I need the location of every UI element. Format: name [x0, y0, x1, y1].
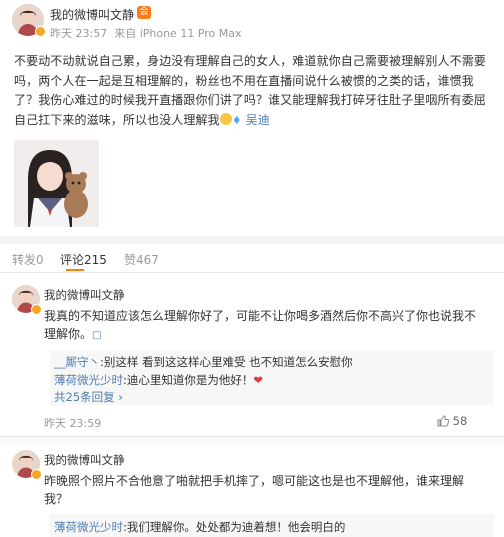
verified-badge-icon: [31, 304, 42, 315]
post-source: 来自 iPhone 11 Pro Max: [114, 27, 242, 40]
reply-author[interactable]: 薄荷微光少时: [54, 520, 123, 534]
comment-inline-mark: □: [92, 330, 102, 341]
post-meta: 昨天 23:57 来自 iPhone 11 Pro Max: [50, 25, 242, 41]
post-time: 昨天 23:57: [50, 27, 108, 40]
comment-author[interactable]: 我的微博叫文静: [44, 287, 125, 303]
heart-icon: ❤: [253, 373, 264, 387]
post-header: 我的微博叫文静 会 昨天 23:57 来自 iPhone 11 Pro Max: [0, 0, 504, 44]
diamond-icon: ♦: [231, 113, 242, 127]
comment-like-button[interactable]: 58: [437, 414, 467, 428]
comment-like-count: 58: [452, 414, 468, 428]
reply-text: :我们理解你。处处都为迪着想！他会明白的: [123, 520, 346, 534]
reply-text: :迪心里知道你是为他好！: [123, 373, 254, 387]
reply-author[interactable]: __厮守丶: [54, 355, 100, 369]
reply-box: 薄荷微光少时:我们理解你。处处都为迪着想！他会明白的: [50, 514, 494, 537]
post-image-illustration: [14, 140, 99, 227]
smile-emoji-icon: [219, 112, 232, 125]
thumb-up-icon: [437, 415, 449, 427]
post-text: 不要动不动就说自己累，身边没有理解自己的女人，难道就你自己需要被理解别人不需要吗…: [14, 52, 492, 130]
reply-author[interactable]: 薄荷微光少时: [54, 373, 123, 387]
reply-box: __厮守丶:别这样 看到这这样心里难受 也不知道怎么安慰你 薄荷微光少时:迪心里…: [50, 350, 494, 405]
mention-link[interactable]: 吴迪: [246, 113, 270, 127]
tab-repost[interactable]: 转发0: [12, 251, 44, 268]
tabs-divider: [0, 272, 504, 273]
vip-icon: 会: [137, 6, 151, 19]
section-gap: [0, 236, 504, 244]
comment-text: 我真的不知道应该怎么理解你好了，可能不让你喝多酒然后你不高兴了你也说我不理解你。…: [44, 309, 477, 341]
tab-like[interactable]: 赞467: [124, 251, 159, 268]
reply-text: :别这样 看到这这样心里难受 也不知道怎么安慰你: [100, 355, 353, 369]
tab-active-indicator: [66, 269, 84, 271]
comment-time: 昨天 23:59: [44, 417, 102, 430]
reply-item: __厮守丶:别这样 看到这这样心里难受 也不知道怎么安慰你: [54, 354, 353, 370]
verified-badge-icon: [31, 469, 42, 480]
tab-comment[interactable]: 评论215: [60, 251, 107, 268]
reply-item: 薄荷微光少时:迪心里知道你是为他好！❤: [54, 372, 263, 388]
more-replies-link[interactable]: 共25条回复 ›: [54, 389, 123, 405]
verified-badge-icon: [35, 26, 46, 37]
comment-gap: [0, 437, 504, 445]
comment-author[interactable]: 我的微博叫文静: [44, 452, 125, 468]
post-author-name[interactable]: 我的微博叫文静: [50, 6, 134, 23]
interaction-tabs: 转发0 评论215 赞467: [0, 244, 504, 272]
post-image[interactable]: [14, 140, 99, 227]
reply-item: 薄荷微光少时:我们理解你。处处都为迪着想！他会明白的: [54, 519, 345, 535]
comment-text: 昨晚照个照片不合他意了啪就把手机摔了，嗯可能这也是也不理解他，谁来理解我？: [44, 474, 465, 506]
